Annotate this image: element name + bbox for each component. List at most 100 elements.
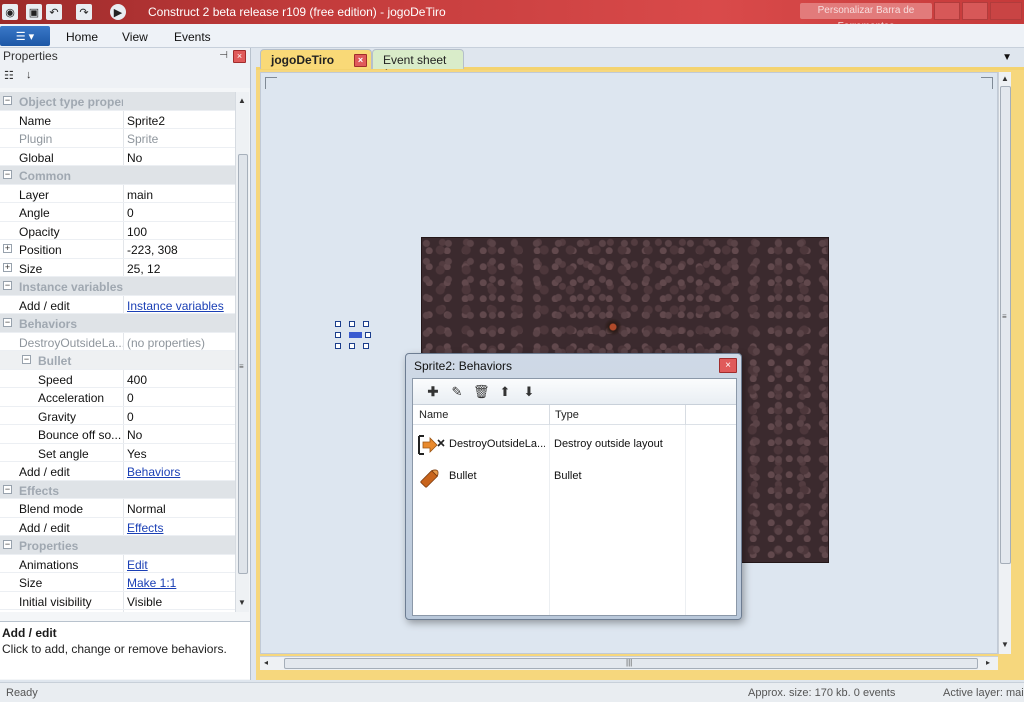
list-item[interactable]: Bullet Bullet [413, 461, 736, 493]
property-value[interactable]: 25, 12 [127, 262, 160, 276]
property-row[interactable]: Bounce off so... No [0, 425, 235, 444]
property-value[interactable]: 0 [127, 391, 134, 405]
property-category[interactable]: −Object type properties [0, 92, 235, 111]
property-link[interactable]: Instance variables [127, 299, 224, 313]
property-row[interactable]: Animations Edit [0, 554, 235, 573]
property-category[interactable]: − Effects [0, 480, 235, 499]
resize-handle[interactable] [335, 343, 341, 349]
app-menu-button[interactable]: ☰ ▾ [0, 26, 50, 46]
property-row[interactable]: Add / edit Instance variables [0, 295, 235, 314]
property-category[interactable]: − Properties [0, 536, 235, 555]
close-tab-icon[interactable]: × [354, 54, 367, 67]
collapse-icon[interactable]: − [3, 170, 12, 179]
property-link[interactable]: Effects [127, 521, 163, 535]
move-up-icon[interactable]: ⬆ [497, 384, 513, 400]
collapse-icon[interactable]: − [3, 540, 12, 549]
property-link[interactable]: Edit [127, 558, 148, 572]
resize-handle[interactable] [349, 321, 355, 327]
property-value[interactable]: 400 [127, 373, 147, 387]
property-row[interactable]: Speed 400 [0, 369, 235, 388]
property-row[interactable]: Add / edit Behaviors [0, 462, 235, 481]
pin-icon[interactable]: ⊣ [219, 50, 228, 61]
property-row[interactable]: Add / edit Effects [0, 517, 235, 536]
property-value[interactable]: (no properties) [127, 336, 205, 350]
property-value[interactable]: Normal [127, 502, 166, 516]
redo-icon[interactable]: ↷ [76, 4, 92, 20]
tab-events[interactable]: Events [174, 30, 211, 44]
player-sprite[interactable] [602, 318, 624, 336]
property-row[interactable]: Initial frame0 [0, 610, 235, 612]
resize-handle[interactable] [363, 343, 369, 349]
collapse-icon[interactable]: − [3, 484, 12, 494]
resize-handle[interactable] [349, 343, 355, 349]
scroll-down-icon[interactable]: ▼ [1001, 640, 1009, 649]
property-row[interactable]: Acceleration 0 [0, 388, 235, 407]
property-value[interactable]: 0 [127, 410, 134, 424]
property-row[interactable]: Blend mode Normal [0, 499, 235, 518]
property-value[interactable]: No [127, 428, 142, 442]
property-row[interactable]: Global No [0, 147, 235, 166]
tab-layout[interactable]: jogoDeTiro × [260, 49, 372, 69]
close-icon[interactable]: × [233, 50, 246, 63]
scroll-up-icon[interactable]: ▲ [1001, 74, 1009, 83]
collapse-icon[interactable]: − [22, 355, 31, 364]
property-row[interactable]: + Size 25, 12 [0, 258, 235, 277]
property-value[interactable]: No [127, 151, 142, 165]
selected-sprite[interactable] [335, 321, 375, 351]
property-row[interactable]: Angle 0 [0, 203, 235, 222]
property-row[interactable]: Name Sprite2 [0, 110, 235, 129]
resize-handle[interactable] [335, 321, 341, 327]
property-value[interactable]: Visible [127, 595, 162, 609]
minimize-button[interactable] [934, 2, 960, 20]
property-category[interactable]: − Instance variables [0, 277, 235, 296]
tab-event-sheet[interactable]: Event sheet 1 [372, 49, 464, 81]
scroll-down-icon[interactable]: ▼ [238, 598, 246, 607]
sort-alpha-icon[interactable]: ↓ [26, 69, 42, 85]
run-icon[interactable]: ▶ [110, 4, 126, 20]
scroll-up-icon[interactable]: ▲ [238, 96, 246, 105]
expand-icon[interactable]: + [3, 244, 12, 253]
collapse-icon[interactable]: − [3, 318, 12, 327]
tab-home[interactable]: Home [66, 30, 98, 44]
tab-list-icon[interactable]: ▼ [1002, 52, 1012, 63]
expand-icon[interactable]: + [3, 262, 12, 272]
list-item[interactable]: DestroyOutsideLa... Destroy outside layo… [413, 429, 736, 461]
property-category[interactable]: − Common [0, 166, 235, 185]
column-name[interactable]: Name [419, 409, 448, 421]
property-value[interactable]: main [127, 188, 153, 202]
property-value[interactable]: 0 [127, 206, 134, 220]
collapse-icon[interactable]: − [3, 96, 12, 105]
close-button[interactable] [990, 2, 1022, 20]
properties-scrollbar[interactable]: ▲ ≡ ▼ [235, 92, 249, 612]
column-type[interactable]: Type [555, 409, 579, 421]
property-value[interactable]: 100 [127, 225, 147, 239]
property-row[interactable]: DestroyOutsideLa... (no properties) [0, 332, 235, 351]
resize-handle[interactable] [335, 332, 341, 338]
property-category[interactable]: − Bullet [0, 351, 235, 370]
property-value[interactable]: Sprite2 [127, 114, 165, 128]
vertical-scrollbar[interactable]: ▲ ≡ ▼ [998, 72, 1011, 654]
property-row[interactable]: Gravity 0 [0, 406, 235, 425]
collapse-icon[interactable]: − [3, 281, 12, 290]
dialog-close-button[interactable]: × [719, 358, 737, 373]
vertical-scroll-thumb[interactable] [1000, 86, 1011, 564]
property-row[interactable]: Set angle Yes [0, 443, 235, 462]
property-row[interactable]: Opacity 100 [0, 221, 235, 240]
property-link[interactable]: Make 1:1 [127, 576, 176, 590]
undo-icon[interactable]: ↶ [46, 4, 62, 20]
property-row[interactable]: + Position -223, 308 [0, 240, 235, 259]
move-down-icon[interactable]: ⬇ [521, 384, 537, 400]
scroll-right-icon[interactable]: ▸ [986, 658, 990, 667]
property-category[interactable]: − Behaviors [0, 314, 235, 333]
app-icon[interactable]: ◉ [2, 4, 18, 20]
save-icon[interactable]: ▣ [26, 4, 42, 20]
bullet-sprite[interactable] [349, 332, 362, 338]
resize-handle[interactable] [363, 321, 369, 327]
property-value[interactable]: Yes [127, 447, 147, 461]
property-row[interactable]: Size Make 1:1 [0, 573, 235, 592]
property-row[interactable]: Plugin Sprite [0, 129, 235, 148]
edit-behavior-icon[interactable]: ✎ [449, 384, 465, 400]
maximize-button[interactable] [962, 2, 988, 20]
delete-behavior-icon[interactable]: 🗑 [473, 384, 490, 400]
scroll-left-icon[interactable]: ◂ [264, 658, 268, 667]
